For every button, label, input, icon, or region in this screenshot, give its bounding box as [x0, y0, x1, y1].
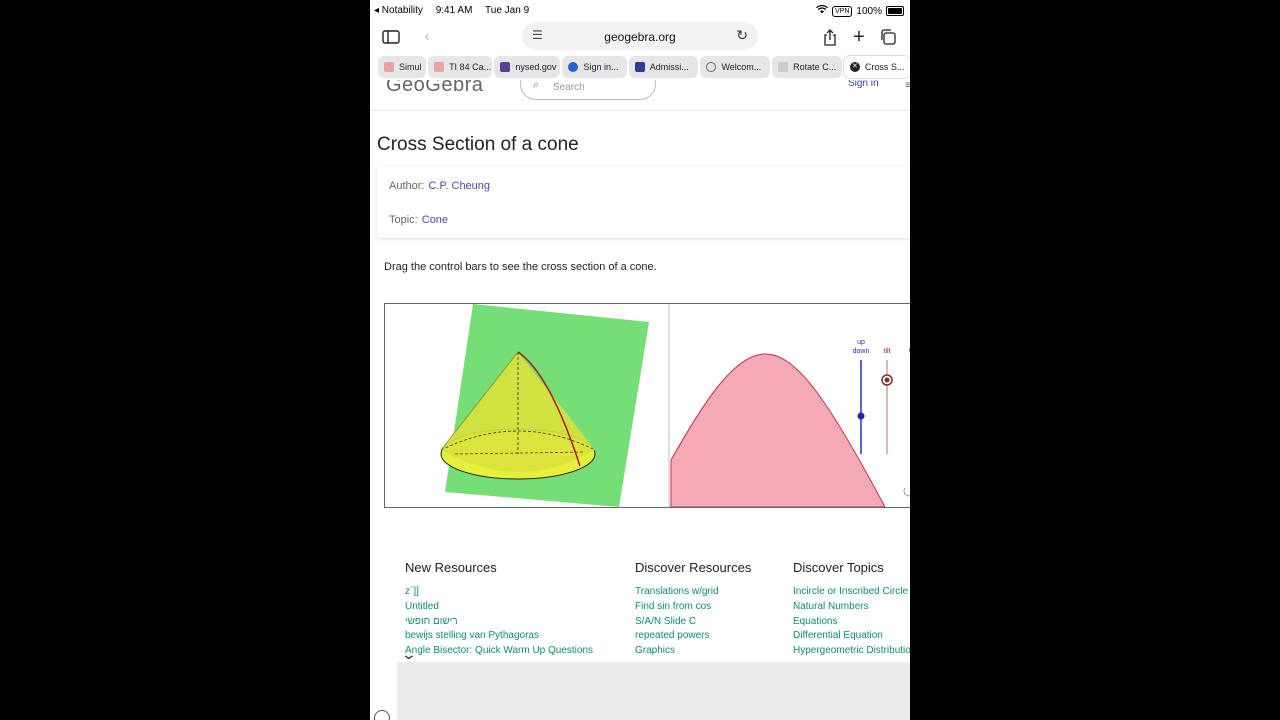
menu-icon[interactable]: ≡ — [905, 80, 910, 91]
bottom-sheet[interactable] — [397, 662, 910, 720]
author-link[interactable]: C.P. Cheung — [428, 180, 490, 192]
tab-favicon — [500, 62, 511, 72]
slider-up-down-handle — [857, 412, 865, 420]
close-tab-icon[interactable]: ✕ — [849, 62, 860, 72]
footer-heading: Discover Resources — [635, 560, 752, 575]
tab-label: Cross S... — [864, 62, 905, 72]
tab-admissions[interactable]: Admissi... — [628, 56, 699, 78]
footer-heading: Discover Topics — [793, 560, 884, 575]
chevron-down-icon[interactable]: ⌄ — [401, 646, 417, 663]
meta-card: Author: C.P. Cheung Topic: Cone — [377, 166, 910, 238]
topic-link[interactable]: Hypergeometric Distribution — [793, 644, 910, 659]
tab-cross-section[interactable]: ✕ Cross S... — [843, 56, 910, 78]
url-text: geogebra.org — [604, 30, 676, 44]
footer: New Resources z`]] Untitled רישום חופשי … — [370, 540, 910, 680]
reload-icon[interactable]: ↻ — [736, 27, 748, 44]
tab-bar: Simul TI 84 Ca... nysed.gov Sign in... A… — [370, 56, 910, 80]
tab-label: Admissi... — [649, 62, 689, 72]
resource-link[interactable]: bewijs stelling van Pythagoras — [405, 629, 593, 644]
search-placeholder: Search — [553, 82, 585, 93]
tab-simul[interactable]: Simul — [378, 56, 427, 78]
site-header: GeoGebra ⌕ Search Sign in ≡ — [370, 80, 910, 111]
page-title: Cross Section of a cone — [377, 134, 579, 155]
vpn-badge: VPN — [832, 5, 853, 17]
topic-link[interactable]: Natural Numbers — [793, 600, 910, 615]
tab-welcome[interactable]: Welcom... — [700, 56, 771, 78]
tab-ti84[interactable]: TI 84 Ca... — [428, 56, 493, 78]
resource-link[interactable]: Find sin from cos — [635, 600, 751, 615]
tab-favicon — [778, 62, 789, 72]
slider-up-label: up down — [852, 339, 870, 355]
tab-label: TI 84 Ca... — [449, 62, 492, 72]
slider-tilt-label: tilt — [883, 348, 891, 355]
footer-heading: New Resources — [405, 560, 497, 575]
wifi-icon — [816, 4, 828, 17]
tabs-overview-icon[interactable] — [877, 26, 899, 48]
footer-col-discover-resources: Discover Resources Translations w/grid F… — [635, 560, 751, 659]
footer-col-new-resources: New Resources z`]] Untitled רישום חופשי … — [405, 560, 593, 659]
tab-nysed[interactable]: nysed.gov — [494, 56, 561, 78]
tab-favicon — [434, 62, 445, 72]
tab-favicon — [384, 62, 394, 72]
circle-icon — [374, 710, 390, 720]
search-icon: ⌕ — [533, 80, 540, 91]
resource-link[interactable]: S/A/N Slide C — [635, 615, 751, 630]
tab-sign-in[interactable]: Sign in... — [562, 56, 627, 78]
resource-link[interactable]: רישום חופשי — [405, 615, 593, 630]
resource-link[interactable]: repeated powers — [635, 629, 751, 644]
globe-icon — [706, 62, 717, 72]
resource-link[interactable]: Angle Bisector: Quick Warm Up Questions — [405, 644, 593, 659]
applet-graphics — [440, 304, 910, 507]
topic-row: Topic: Cone — [389, 214, 448, 226]
sidebar-icon[interactable] — [380, 26, 402, 48]
new-tab-icon[interactable]: + — [848, 26, 870, 48]
geogebra-logo[interactable]: GeoGebra — [386, 80, 483, 97]
site-search-input[interactable]: ⌕ Search — [520, 80, 656, 100]
resource-link[interactable]: Graphics — [635, 644, 751, 659]
tab-label: Sign in... — [583, 62, 619, 72]
tab-favicon — [568, 62, 579, 72]
battery-percent: 100% — [856, 5, 882, 17]
share-icon[interactable] — [819, 26, 841, 48]
topic-link[interactable]: Differential Equation — [793, 629, 910, 644]
tab-label: Rotate C... — [793, 62, 837, 72]
author-row: Author: C.P. Cheung — [389, 180, 490, 192]
back-to-app-link[interactable]: ◂ Notability — [374, 5, 423, 16]
status-date: Tue Jan 9 — [485, 5, 530, 16]
status-bar: ◂ Notability 9:41 AM Tue Jan 9 VPN 100% — [370, 0, 910, 20]
address-bar[interactable]: ☰ geogebra.org ↻ — [522, 22, 758, 50]
slider-t-label: t — [905, 347, 910, 356]
tab-rotate[interactable]: Rotate C... — [772, 56, 842, 78]
status-time: 9:41 AM — [435, 5, 473, 16]
topic-label: Topic: — [389, 214, 418, 226]
resource-link[interactable]: Translations w/grid — [635, 585, 751, 600]
back-icon[interactable]: ‹ — [416, 26, 438, 48]
topic-link[interactable]: Incircle or Inscribed Circle — [793, 585, 910, 600]
tab-label: nysed.gov — [515, 62, 557, 72]
tab-label: Simul — [399, 62, 422, 72]
topic-link[interactable]: Cone — [422, 214, 448, 226]
description: Drag the control bars to see the cross s… — [384, 261, 657, 273]
author-label: Author: — [389, 180, 425, 192]
tab-favicon — [634, 62, 645, 72]
cross-section-shape — [670, 353, 886, 507]
topic-link[interactable]: Equations — [793, 615, 910, 630]
resource-link[interactable]: z`]] — [405, 585, 593, 600]
sign-in-link[interactable]: Sign in — [848, 80, 879, 89]
ipad-screen: ◂ Notability 9:41 AM Tue Jan 9 VPN 100% … — [370, 0, 910, 720]
geogebra-applet[interactable]: updown tilt t — [384, 303, 910, 508]
browser-toolbar: ‹ ☰ geogebra.org ↻ + — [370, 20, 910, 54]
fullscreen-icon — [903, 487, 910, 497]
resource-link[interactable]: Untitled — [405, 600, 593, 615]
slider-tilt-handle-dot — [884, 377, 890, 383]
tab-label: Welcom... — [721, 62, 762, 72]
footer-col-discover-topics: Discover Topics Incircle or Inscribed Ci… — [793, 560, 910, 659]
battery-icon — [886, 6, 904, 16]
